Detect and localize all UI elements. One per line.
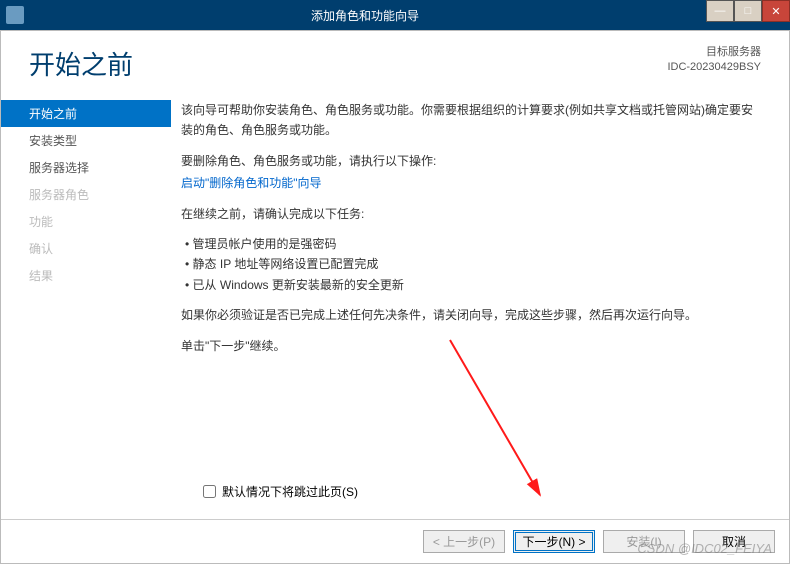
bullet-item: 管理员帐户使用的是强密码: [185, 234, 759, 254]
sidebar-item-results: 结果: [1, 262, 171, 289]
sidebar-item-server-roles: 服务器角色: [1, 181, 171, 208]
page-title: 开始之前: [29, 45, 133, 82]
bullet-item: 静态 IP 地址等网络设置已配置完成: [185, 254, 759, 274]
destination-value: IDC-20230429BSY: [667, 60, 761, 75]
sidebar-item-features: 功能: [1, 208, 171, 235]
bullet-item: 已从 Windows 更新安装最新的安全更新: [185, 275, 759, 295]
skip-page-row: 默认情况下将跳过此页(S): [203, 483, 358, 500]
next-button[interactable]: 下一步(N) >: [513, 530, 595, 553]
main-pane: 该向导可帮助你安装角色、角色服务或功能。你需要根据组织的计算要求(例如共享文档或…: [171, 90, 789, 519]
destination-label: 目标服务器: [667, 45, 761, 60]
watermark: CSDN @IDC02_FEIYA: [637, 541, 772, 556]
header: 开始之前 目标服务器 IDC-20230429BSY: [1, 31, 789, 90]
intro-text: 该向导可帮助你安装角色、角色服务或功能。你需要根据组织的计算要求(例如共享文档或…: [181, 100, 759, 141]
remove-roles-prefix: 要删除角色、角色服务或功能，请执行以下操作:: [181, 151, 759, 171]
remove-roles-link[interactable]: 启动"删除角色和功能"向导: [181, 176, 322, 190]
body-area: 开始之前 安装类型 服务器选择 服务器角色 功能 确认 结果 该向导可帮助你安装…: [1, 90, 789, 519]
minimize-button[interactable]: —: [706, 0, 734, 22]
skip-page-label: 默认情况下将跳过此页(S): [222, 483, 358, 500]
continue-note: 单击"下一步"继续。: [181, 336, 759, 356]
before-continue-text: 在继续之前，请确认完成以下任务:: [181, 204, 759, 224]
app-icon: [6, 6, 24, 24]
sidebar-item-server-selection[interactable]: 服务器选择: [1, 154, 171, 181]
titlebar: 添加角色和功能向导 — □ ✕: [0, 0, 790, 30]
verify-note: 如果你必须验证是否已完成上述任何先决条件，请关闭向导，完成这些步骤，然后再次运行…: [181, 305, 759, 325]
sidebar-item-confirmation: 确认: [1, 235, 171, 262]
window-controls: — □ ✕: [706, 0, 790, 22]
close-button[interactable]: ✕: [762, 0, 790, 22]
sidebar: 开始之前 安装类型 服务器选择 服务器角色 功能 确认 结果: [1, 90, 171, 519]
sidebar-item-before-you-begin[interactable]: 开始之前: [1, 100, 171, 127]
prerequisite-list: 管理员帐户使用的是强密码 静态 IP 地址等网络设置已配置完成 已从 Windo…: [185, 234, 759, 295]
sidebar-item-installation-type[interactable]: 安装类型: [1, 127, 171, 154]
wizard-body: 开始之前 目标服务器 IDC-20230429BSY 开始之前 安装类型 服务器…: [0, 30, 790, 564]
previous-button: < 上一步(P): [423, 530, 505, 553]
titlebar-text: 添加角色和功能向导: [30, 7, 790, 24]
maximize-button[interactable]: □: [734, 0, 762, 22]
skip-page-checkbox[interactable]: [203, 485, 216, 498]
destination-info: 目标服务器 IDC-20230429BSY: [667, 45, 761, 76]
